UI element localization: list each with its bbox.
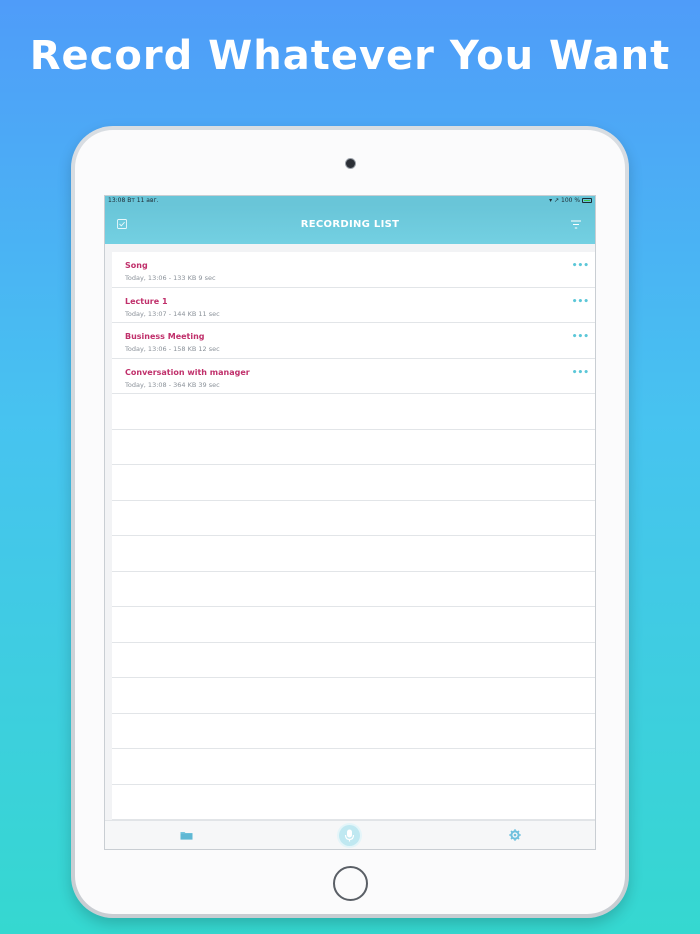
app-screen: 13:08 Вт 11 авг. ▾ ↗ 100 % RECORDING LIS… bbox=[104, 195, 596, 850]
status-clock: 13:08 bbox=[108, 197, 126, 204]
microphone-icon bbox=[344, 829, 355, 842]
recording-list: Song Today, 13:06 - 133 KB 9 sec ••• Lec… bbox=[112, 252, 595, 820]
folder-icon[interactable] bbox=[180, 830, 193, 840]
empty-row bbox=[112, 749, 595, 785]
empty-row bbox=[112, 714, 595, 749]
list-item[interactable]: Conversation with manager Today, 13:08 -… bbox=[112, 359, 595, 394]
more-icon[interactable]: ••• bbox=[572, 262, 589, 271]
empty-row bbox=[112, 430, 595, 465]
record-tab[interactable] bbox=[339, 825, 360, 846]
list-item[interactable]: Business Meeting Today, 13:06 - 158 KB 1… bbox=[112, 323, 595, 359]
empty-row bbox=[112, 465, 595, 501]
list-item[interactable]: Song Today, 13:06 - 133 KB 9 sec ••• bbox=[112, 252, 595, 288]
empty-row bbox=[112, 572, 595, 607]
recording-meta: Today, 13:06 - 158 KB 12 sec bbox=[125, 345, 220, 353]
status-bar: 13:08 Вт 11 авг. ▾ ↗ 100 % bbox=[105, 196, 595, 205]
page-title: RECORDING LIST bbox=[300, 219, 400, 230]
home-button[interactable] bbox=[333, 866, 368, 901]
empty-row bbox=[112, 785, 595, 820]
status-right: ▾ ↗ 100 % bbox=[549, 196, 592, 205]
camera-icon bbox=[345, 158, 356, 169]
recording-title: Song bbox=[125, 261, 148, 270]
battery-icon bbox=[582, 198, 592, 203]
empty-row bbox=[112, 678, 595, 714]
tab-bar bbox=[105, 820, 595, 849]
recording-meta: Today, 13:06 - 133 KB 9 sec bbox=[125, 274, 216, 282]
list-item[interactable]: Lecture 1 Today, 13:07 - 144 KB 11 sec •… bbox=[112, 288, 595, 323]
status-date: Вт 11 авг. bbox=[127, 197, 159, 204]
empty-row bbox=[112, 607, 595, 643]
more-icon[interactable]: ••• bbox=[572, 368, 589, 378]
navigation-bar: RECORDING LIST bbox=[105, 205, 595, 244]
recording-title: Business Meeting bbox=[125, 332, 205, 341]
empty-row bbox=[112, 536, 595, 572]
headline: Record Whatever You Want bbox=[29, 33, 671, 79]
wifi-icon: ▾ bbox=[549, 197, 553, 204]
recording-meta: Today, 13:08 - 364 KB 39 sec bbox=[125, 380, 220, 389]
empty-row bbox=[112, 643, 595, 678]
gear-icon[interactable] bbox=[509, 829, 521, 841]
more-icon[interactable]: ••• bbox=[572, 333, 589, 342]
recording-meta: Today, 13:07 - 144 KB 11 sec bbox=[125, 309, 220, 318]
more-icon[interactable]: ••• bbox=[572, 297, 589, 307]
empty-row bbox=[112, 501, 595, 536]
filter-icon[interactable] bbox=[571, 220, 581, 229]
empty-row bbox=[112, 394, 595, 430]
recording-title: Conversation with manager bbox=[125, 367, 250, 377]
status-time: 13:08 Вт 11 авг. bbox=[108, 196, 159, 205]
location-icon: ↗ bbox=[554, 197, 560, 204]
recording-title: Lecture 1 bbox=[125, 296, 168, 306]
battery-percent: 100 % bbox=[561, 197, 581, 204]
